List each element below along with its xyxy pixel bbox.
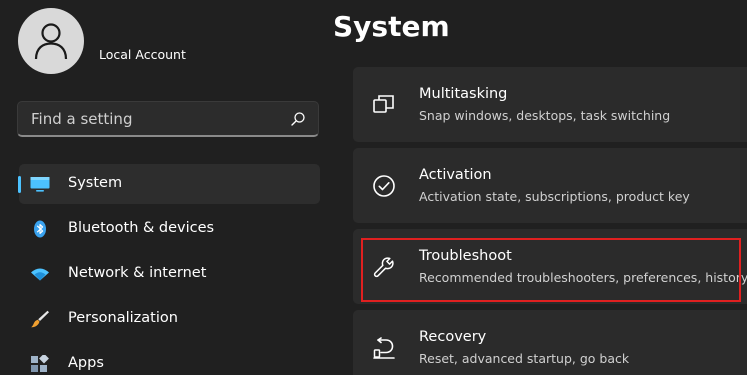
active-indicator (18, 176, 21, 193)
search-input[interactable] (18, 102, 278, 135)
wrench-icon (373, 257, 394, 278)
wifi-icon (31, 268, 49, 281)
card-description: Recommended troubleshooters, preferences… (419, 270, 747, 285)
sidebar-item-label: Network & internet (68, 265, 207, 281)
account-name: Local Account (99, 47, 186, 62)
page-title: System (333, 10, 450, 43)
sidebar-item-personalization[interactable]: Personalization (19, 299, 320, 339)
card-title: Recovery (419, 329, 487, 345)
sidebar-item-bluetooth-devices[interactable]: Bluetooth & devices (19, 209, 320, 249)
sidebar-item-label: Bluetooth & devices (68, 220, 215, 236)
brush-icon (31, 310, 49, 328)
settings-window: Local Account System Bluetooth & devices (0, 0, 747, 375)
sidebar-item-label: Apps (68, 355, 104, 371)
card-title: Activation (419, 167, 492, 183)
recovery-icon (373, 337, 395, 359)
avatar[interactable] (18, 8, 84, 74)
search-icon[interactable] (290, 111, 306, 127)
settings-card-multitasking[interactable]: Multitasking Snap windows, desktops, tas… (353, 67, 747, 142)
check-circle-icon (373, 175, 395, 197)
card-description: Reset, advanced startup, go back (419, 351, 630, 366)
card-description: Snap windows, desktops, task switching (419, 108, 671, 123)
bluetooth-icon (34, 220, 46, 238)
account-header[interactable]: Local Account (18, 8, 186, 74)
multitasking-icon (373, 95, 394, 113)
settings-card-troubleshoot[interactable]: Troubleshoot Recommended troubleshooters… (353, 229, 747, 304)
card-description: Activation state, subscriptions, product… (419, 189, 690, 204)
settings-card-recovery[interactable]: Recovery Reset, advanced startup, go bac… (353, 310, 747, 375)
settings-card-activation[interactable]: Activation Activation state, subscriptio… (353, 148, 747, 223)
sidebar-item-apps[interactable]: Apps (19, 344, 320, 375)
search-box[interactable] (17, 101, 319, 137)
card-title: Multitasking (419, 86, 508, 102)
person-icon (34, 23, 68, 60)
apps-icon (31, 355, 49, 372)
monitor-icon (30, 177, 50, 192)
sidebar-item-network-internet[interactable]: Network & internet (19, 254, 320, 294)
card-title: Troubleshoot (419, 248, 512, 264)
sidebar-item-label: Personalization (68, 310, 178, 326)
sidebar-item-system[interactable]: System (18, 164, 320, 204)
sidebar-item-label: System (68, 175, 123, 191)
